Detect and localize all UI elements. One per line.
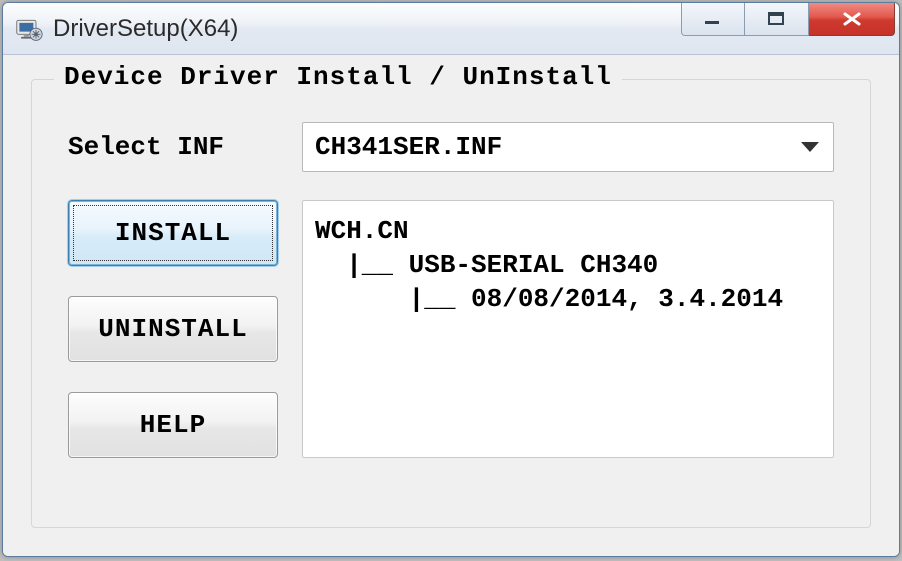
maximize-button[interactable] — [745, 2, 809, 36]
titlebar[interactable]: DriverSetup(X64) — [3, 3, 899, 55]
driver-info-box: WCH.CN |__ USB-SERIAL CH340 |__ 08/08/20… — [302, 200, 834, 458]
button-column: INSTALL UNINSTALL HELP — [68, 200, 278, 458]
close-button[interactable] — [809, 2, 895, 36]
chevron-down-icon — [801, 142, 819, 152]
window-controls — [681, 3, 895, 54]
app-icon — [15, 15, 43, 43]
select-row: Select INF CH341SER.INF — [68, 122, 834, 172]
info-line-3: |__ 08/08/2014, 3.4.2014 — [315, 284, 783, 314]
close-icon — [841, 12, 863, 26]
info-line-2: |__ USB-SERIAL CH340 — [315, 250, 658, 280]
group-title: Device Driver Install / UnInstall — [54, 62, 622, 92]
inf-combobox[interactable]: CH341SER.INF — [302, 122, 834, 172]
info-line-1: WCH.CN — [315, 216, 409, 246]
install-button[interactable]: INSTALL — [68, 200, 278, 266]
window-title: DriverSetup(X64) — [53, 15, 681, 43]
driver-groupbox: Device Driver Install / UnInstall Select… — [31, 79, 871, 528]
select-inf-label: Select INF — [68, 132, 278, 162]
minimize-button[interactable] — [681, 2, 745, 36]
driver-setup-window: DriverSetup(X64) Device Driver Install /… — [2, 2, 900, 557]
client-area: Device Driver Install / UnInstall Select… — [3, 55, 899, 556]
body-row: INSTALL UNINSTALL HELP WCH.CN |__ USB-SE… — [68, 200, 834, 458]
inf-selected-value: CH341SER.INF — [315, 132, 502, 162]
minimize-icon — [704, 12, 722, 26]
help-button[interactable]: HELP — [68, 392, 278, 458]
uninstall-button[interactable]: UNINSTALL — [68, 296, 278, 362]
maximize-icon — [768, 12, 786, 26]
